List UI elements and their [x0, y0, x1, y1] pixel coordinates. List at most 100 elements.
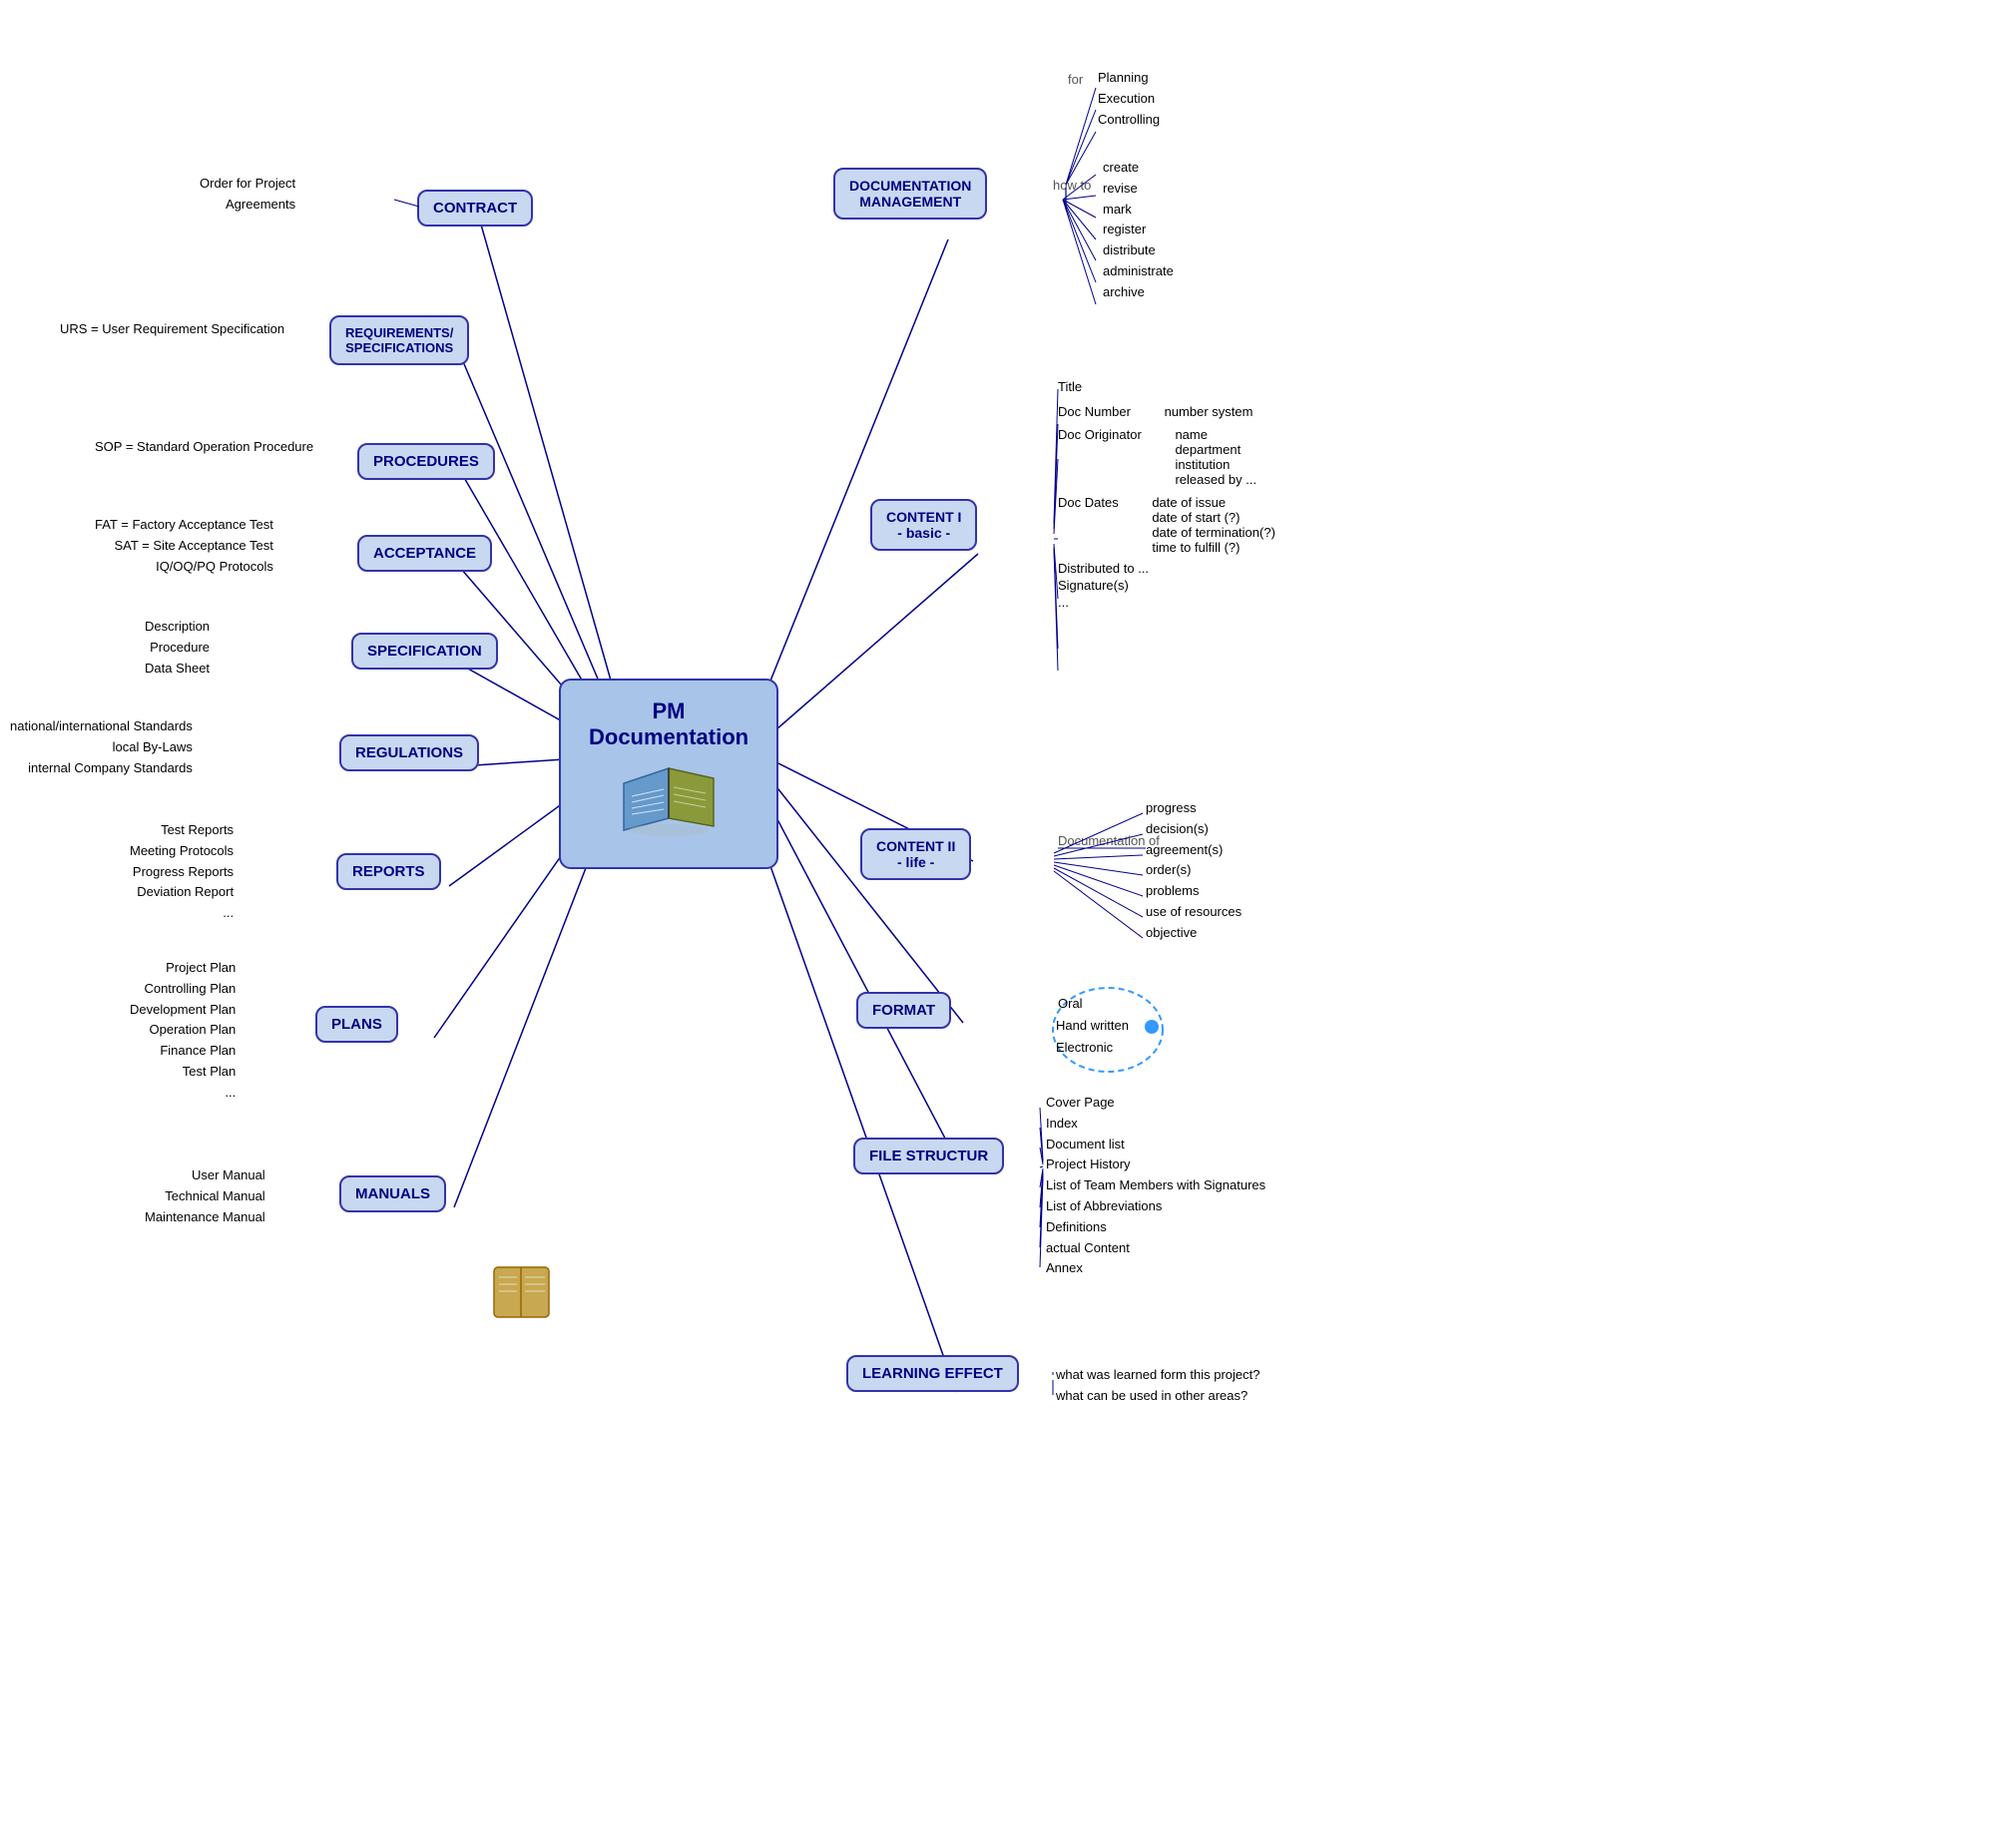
- plans-label-3: Development Plan: [130, 1000, 236, 1021]
- book-icon: [614, 758, 724, 843]
- requirements-box: REQUIREMENTS/ SPECIFICATIONS: [329, 315, 469, 365]
- doc-mgmt-for-label: for: [1068, 72, 1083, 89]
- reports-box: REPORTS: [336, 853, 441, 890]
- content1-docnum-row: Doc Number number system: [1058, 404, 1275, 419]
- content2-item-6: use of resources: [1146, 902, 1242, 923]
- learning-items: what was learned form this project? what…: [1056, 1365, 1259, 1407]
- format-electronic: Electronic: [1056, 1040, 1114, 1055]
- reports-label-2: Meeting Protocols: [130, 841, 234, 862]
- content1-date-1: date of issue: [1152, 495, 1275, 510]
- content1-distributed: Distributed to ...: [1058, 561, 1275, 576]
- content2-box: CONTENT II - life -: [860, 828, 971, 880]
- acceptance-label-1: FAT = Factory Acceptance Test: [95, 515, 273, 536]
- plans-label-5: Finance Plan: [130, 1041, 236, 1062]
- doc-mgmt-for-3: Controlling: [1098, 110, 1160, 131]
- file-item-8: actual Content: [1046, 1238, 1265, 1259]
- specification-node: SPECIFICATION: [351, 633, 498, 670]
- procedures-node: PROCEDURES: [357, 443, 495, 480]
- regulations-node: REGULATIONS: [339, 734, 479, 771]
- contract-box: CONTRACT: [417, 190, 533, 227]
- regulations-label-1: national/international Standards: [10, 716, 193, 737]
- file-item-1: Cover Page: [1046, 1093, 1265, 1114]
- plans-node: PLANS: [315, 1006, 398, 1043]
- file-structur-box: FILE STRUCTUR: [853, 1138, 1004, 1174]
- content1-orig-2: department: [1175, 442, 1256, 457]
- file-item-4: Project History: [1046, 1155, 1265, 1175]
- content1-docnum-label: Doc Number: [1058, 404, 1131, 419]
- content2-items: progress decision(s) agreement(s) order(…: [1146, 798, 1242, 944]
- content1-title-label: Title: [1058, 379, 1275, 394]
- format-node: FORMAT: [856, 992, 951, 1029]
- manuals-node: MANUALS: [339, 1175, 446, 1212]
- content1-originator-label: Doc Originator: [1058, 427, 1142, 442]
- acceptance-label-3: IQ/OQ/PQ Protocols: [95, 557, 273, 578]
- file-item-5: List of Team Members with Signatures: [1046, 1175, 1265, 1196]
- file-items: Cover Page Index Document list Project H…: [1046, 1093, 1265, 1279]
- format-bullet: [1145, 1020, 1159, 1034]
- requirements-label-1: URS = User Requirement Specification: [60, 319, 284, 340]
- for-connector-label: for: [1068, 72, 1083, 87]
- procedures-box: PROCEDURES: [357, 443, 495, 480]
- content1-details: Title Doc Number number system Doc Origi…: [1058, 379, 1275, 610]
- manuals-box: MANUALS: [339, 1175, 446, 1212]
- regulations-labels: national/international Standards local B…: [10, 716, 193, 778]
- content1-numsystem: number system: [1165, 404, 1253, 419]
- file-item-9: Annex: [1046, 1258, 1265, 1279]
- contract-label-2: Agreements: [200, 195, 295, 216]
- content2-item-7: objective: [1146, 923, 1242, 944]
- content2-item-2: decision(s): [1146, 819, 1242, 840]
- learning-effect-node: LEARNING EFFECT: [846, 1355, 1019, 1392]
- content1-dots: ...: [1058, 595, 1275, 610]
- acceptance-labels: FAT = Factory Acceptance Test SAT = Site…: [95, 515, 273, 577]
- content2-item-4: order(s): [1146, 860, 1242, 881]
- format-handwritten: Hand written: [1056, 1018, 1129, 1033]
- reports-label-3: Progress Reports: [130, 862, 234, 883]
- plans-box: PLANS: [315, 1006, 398, 1043]
- main-label: PM Documentation: [589, 698, 748, 750]
- plans-labels: Project Plan Controlling Plan Developmen…: [130, 958, 236, 1104]
- doc-mgmt-howto-5: distribute: [1103, 240, 1174, 261]
- contract-line-svg: [0, 0, 1996, 1848]
- content2-item-1: progress: [1146, 798, 1242, 819]
- doc-mgmt-howto-7: archive: [1103, 282, 1174, 303]
- file-item-3: Document list: [1046, 1135, 1265, 1155]
- contract-node: CONTRACT: [417, 190, 533, 227]
- doc-mgmt-for-2: Execution: [1098, 89, 1160, 110]
- specification-label-2: Procedure: [145, 638, 210, 659]
- content1-box: CONTENT I - basic -: [870, 499, 977, 551]
- content1-dates-items: date of issue date of start (?) date of …: [1152, 495, 1275, 555]
- content1-orig-1: name: [1175, 427, 1256, 442]
- content1-orig-items: name department institution released by …: [1175, 427, 1256, 487]
- content2-docof-label: Documentation of: [1058, 833, 1160, 848]
- contract-labels: Order for Project Agreements: [200, 174, 295, 216]
- content1-signatures: Signature(s): [1058, 578, 1275, 593]
- doc-mgmt-for-1: Planning: [1098, 68, 1160, 89]
- learning-item-1: what was learned form this project?: [1056, 1365, 1259, 1386]
- requirements-node: REQUIREMENTS/ SPECIFICATIONS: [329, 315, 469, 365]
- regulations-label-2: local By-Laws: [10, 737, 193, 758]
- content2-node: CONTENT II - life -: [860, 828, 971, 880]
- reports-node: REPORTS: [336, 853, 441, 890]
- content2-item-3: agreement(s): [1146, 840, 1242, 861]
- content1-node: CONTENT I - basic -: [870, 499, 977, 551]
- regulations-label-3: internal Company Standards: [10, 758, 193, 779]
- content1-orig-3: institution: [1175, 457, 1256, 472]
- doc-management-node: DOCUMENTATION MANAGEMENT: [833, 168, 987, 220]
- plans-label-7: ...: [130, 1083, 236, 1104]
- procedures-label-1: SOP = Standard Operation Procedure: [95, 437, 313, 458]
- learning-effect-box: LEARNING EFFECT: [846, 1355, 1019, 1392]
- format-oral: Oral: [1058, 996, 1083, 1011]
- doc-mgmt-howto-2: revise: [1103, 179, 1174, 200]
- specification-box: SPECIFICATION: [351, 633, 498, 670]
- plans-label-6: Test Plan: [130, 1062, 236, 1083]
- file-item-2: Index: [1046, 1114, 1265, 1135]
- content2-item-5: problems: [1146, 881, 1242, 902]
- reports-labels: Test Reports Meeting Protocols Progress …: [130, 820, 234, 924]
- specification-labels: Description Procedure Data Sheet: [145, 617, 210, 679]
- plans-label-2: Controlling Plan: [130, 979, 236, 1000]
- format-circle-svg: Oral Hand written Electronic: [1048, 980, 1168, 1080]
- plans-label-1: Project Plan: [130, 958, 236, 979]
- doc-mgmt-howto-label: how to: [1053, 178, 1091, 193]
- reports-label-5: ...: [130, 903, 234, 924]
- content1-docdates-row: Doc Dates date of issue date of start (?…: [1058, 495, 1275, 555]
